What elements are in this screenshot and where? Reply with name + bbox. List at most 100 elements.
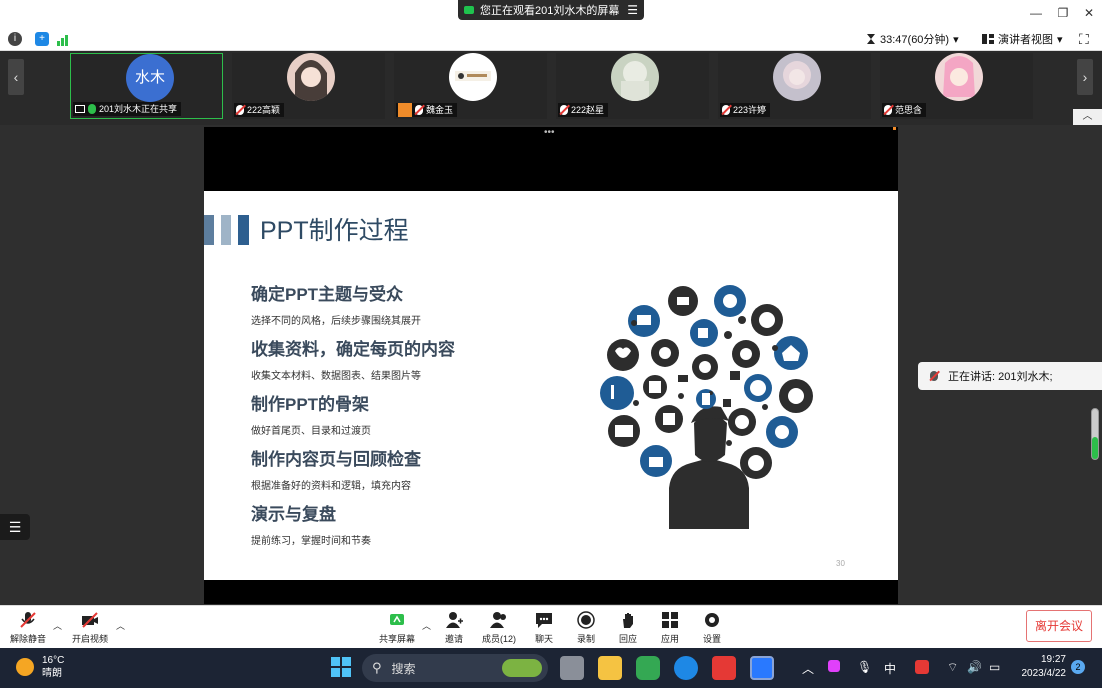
slide-section: 演示与复盘 提前练习，掌握时间和节奏 <box>251 500 371 547</box>
gear-icon <box>703 611 721 629</box>
weather-temp: 16°C <box>42 655 65 666</box>
chat-button[interactable]: 聊天 <box>522 611 566 645</box>
members-label: 成员(12) <box>481 634 516 644</box>
share-screen-button[interactable]: 共享屏幕 <box>375 611 419 645</box>
info-icon[interactable]: i <box>8 32 22 46</box>
meeting-timer[interactable]: 33:47(60分钟) ▾ <box>866 31 959 47</box>
section-heading: 演示与复盘 <box>251 505 336 524</box>
participant-name-tag: 魏金玉 <box>396 103 458 117</box>
security-shield-icon[interactable]: + <box>35 32 49 46</box>
hourglass-icon <box>867 34 875 44</box>
tray-microphone-icon[interactable]: 🎙 <box>857 660 872 674</box>
participant-name: 201刘水木正在共享 <box>99 104 178 114</box>
presentation-slide: PPT制作过程 确定PPT主题与受众 选择不同的风格，后续步骤围绕其展开 收集资… <box>204 191 898 580</box>
more-options-icon[interactable]: ••• <box>544 127 555 138</box>
ime-indicator[interactable]: 中 <box>884 660 896 677</box>
microphone-muted-icon <box>722 105 730 115</box>
tray-app-icon[interactable] <box>828 660 840 672</box>
chat-icon <box>535 611 553 629</box>
invite-button[interactable]: 邀请 <box>432 611 476 645</box>
taskbar-search[interactable]: ⚲ 搜索 <box>362 654 548 682</box>
slide-section: 确定PPT主题与受众 选择不同的风格，后续步骤围绕其展开 <box>251 280 421 327</box>
apps-label: 应用 <box>660 634 679 644</box>
participant-name-tag: 222高颖 <box>234 103 285 117</box>
camera-off-icon <box>81 611 99 629</box>
fullscreen-icon[interactable]: ⛶ <box>1079 31 1089 48</box>
view-mode-selector[interactable]: 演讲者视图 ▾ <box>982 31 1063 47</box>
participant-name-tag: 201刘水木正在共享 <box>73 102 182 116</box>
microphone-muted-icon <box>930 371 938 381</box>
menu-icon[interactable]: ☰ <box>627 3 638 17</box>
battery-icon[interactable]: ▭ <box>989 660 1000 674</box>
participant-tile[interactable]: 范思含 <box>880 53 1033 119</box>
wifi-icon[interactable]: ⌔ <box>947 660 958 675</box>
section-heading: 制作内容页与回顾检查 <box>251 450 421 469</box>
notification-badge[interactable]: 2 <box>1071 660 1085 674</box>
slide-section: 收集资料，确定每页的内容 收集文本材料、数据图表、结果图片等 <box>251 335 455 382</box>
avatar <box>773 53 821 101</box>
recording-dot <box>893 127 896 130</box>
chevron-up-icon[interactable]: ︿ <box>53 619 62 632</box>
sun-icon <box>16 658 34 676</box>
unmute-button[interactable]: 解除静音 <box>6 611 50 645</box>
participant-tile[interactable]: 魏金玉 <box>394 53 547 119</box>
restore-button[interactable]: ❐ <box>1053 4 1073 22</box>
file-explorer-icon[interactable] <box>598 656 622 680</box>
chevron-up-icon[interactable]: ︿ <box>116 619 125 632</box>
tray-chevron-up-icon[interactable]: ︿ <box>802 660 814 677</box>
apps-button[interactable]: 应用 <box>648 611 692 645</box>
start-video-button[interactable]: 开启视频 <box>68 611 112 645</box>
leave-meeting-button[interactable]: 离开会议 <box>1026 610 1092 642</box>
participant-name-tag: 223许婷 <box>720 103 771 117</box>
chevron-up-icon[interactable]: ︿ <box>422 619 431 632</box>
wps-office-icon[interactable] <box>712 656 736 680</box>
system-clock[interactable]: 19:27 2023/4/22 <box>1018 653 1067 681</box>
minimize-button[interactable]: — <box>1026 4 1046 22</box>
section-subtext: 提前练习，掌握时间和节奏 <box>251 536 371 547</box>
participant-tile[interactable]: 223许婷 <box>718 53 871 119</box>
settings-button[interactable]: 设置 <box>690 611 734 645</box>
title-bar-decoration <box>204 215 214 245</box>
search-icon: ⚲ <box>372 660 382 675</box>
participant-tile[interactable]: 222高颖 <box>232 53 385 119</box>
record-button[interactable]: 录制 <box>564 611 608 645</box>
participant-tile[interactable]: 水木 201刘水木正在共享 <box>70 53 223 119</box>
unmute-label: 解除静音 <box>9 634 46 644</box>
participant-tile[interactable]: 222赵星 <box>556 53 709 119</box>
windows-start-icon[interactable] <box>330 656 354 680</box>
collapse-strip-icon[interactable]: ︿ <box>1073 109 1102 125</box>
react-button[interactable]: 回应 <box>606 611 650 645</box>
speaking-label: 正在讲话: 201刘水木; <box>948 371 1053 383</box>
chevron-down-icon: ▾ <box>953 33 959 46</box>
members-button[interactable]: 成员(12) <box>477 611 521 645</box>
weather-widget[interactable]: 16°C 晴朗 <box>16 654 64 680</box>
apps-grid-icon <box>661 611 679 629</box>
volume-icon[interactable]: 🔊 <box>967 660 982 674</box>
play-store-icon[interactable] <box>636 656 660 680</box>
signal-strength-icon[interactable] <box>57 33 69 46</box>
tencent-meeting-icon[interactable] <box>750 656 774 680</box>
chat-label: 聊天 <box>534 634 553 644</box>
edge-browser-icon[interactable] <box>674 656 698 680</box>
task-view-icon[interactable] <box>560 656 584 680</box>
close-button[interactable]: ✕ <box>1079 4 1099 22</box>
avatar <box>449 53 497 101</box>
participant-name: 222高颖 <box>247 105 281 115</box>
screen-share-icon <box>75 105 85 113</box>
participant-name: 222赵星 <box>571 105 605 115</box>
section-heading: 收集资料，确定每页的内容 <box>251 340 455 359</box>
raise-hand-icon <box>619 611 637 629</box>
invite-user-icon <box>445 611 463 629</box>
participant-name: 223许婷 <box>733 105 767 115</box>
microphone-muted-icon <box>884 105 892 115</box>
side-panel-toggle-icon[interactable]: ☰ <box>0 514 30 540</box>
tray-sogou-icon[interactable] <box>915 660 929 674</box>
share-screen-label: 共享屏幕 <box>378 634 415 644</box>
sharing-banner[interactable]: 您正在观看201刘水木的屏幕 ☰ <box>458 0 644 20</box>
section-heading: 确定PPT主题与受众 <box>251 285 404 304</box>
strip-next-button[interactable]: › <box>1077 59 1093 95</box>
section-subtext: 做好首尾页、目录和过渡页 <box>251 426 371 437</box>
section-subtext: 根据准备好的资料和逻辑，填充内容 <box>251 481 411 492</box>
taskbar-search-label: 搜索 <box>391 661 416 676</box>
strip-prev-button[interactable]: ‹ <box>8 59 24 95</box>
